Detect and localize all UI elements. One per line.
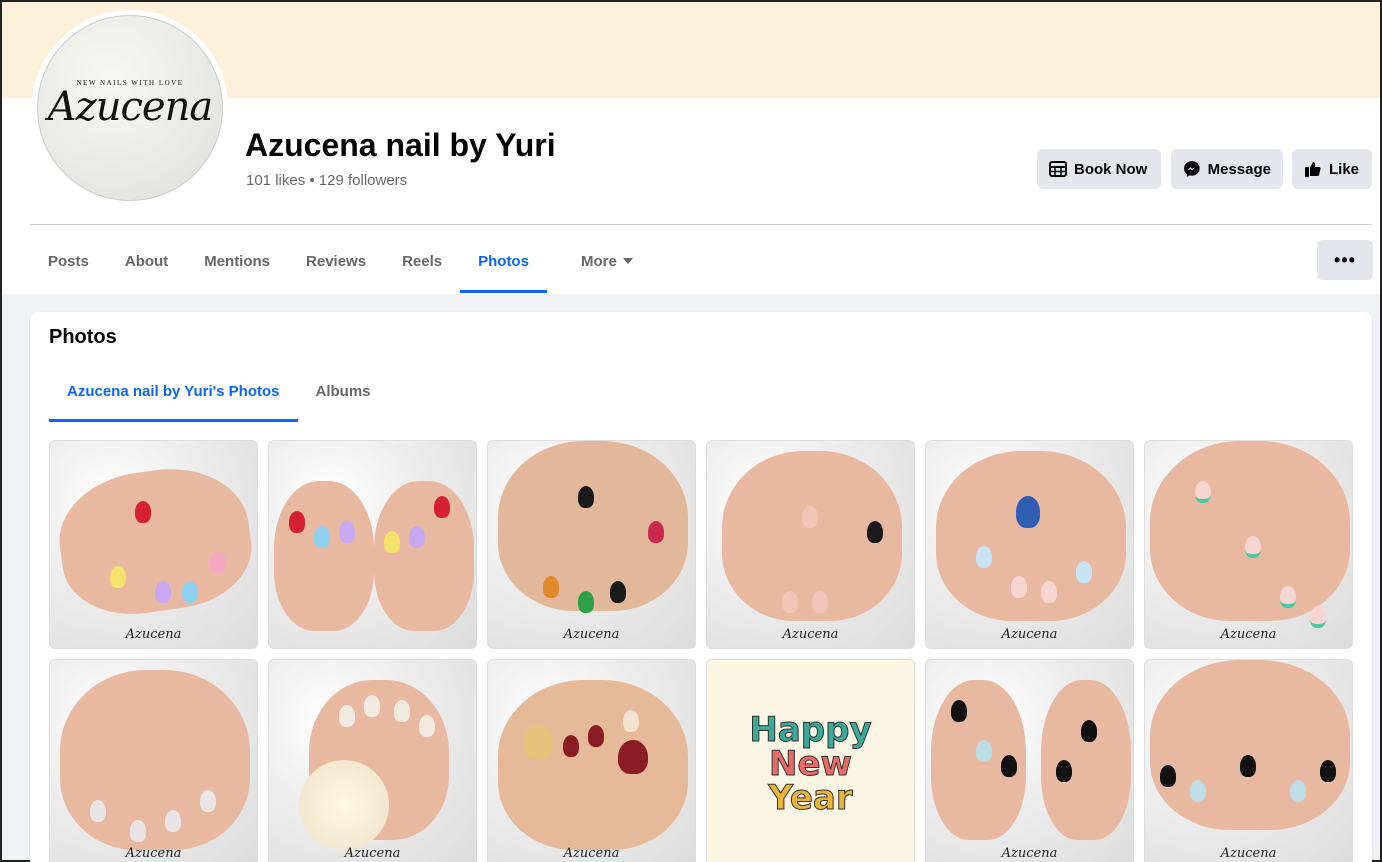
tab-mentions[interactable]: Mentions (186, 230, 288, 292)
photo-thumbnail[interactable]: Azucena (925, 659, 1134, 862)
caret-down-icon (622, 258, 633, 264)
page-stats[interactable]: 101 likes • 129 followers (246, 172, 407, 189)
tab-more-label: More (580, 252, 617, 270)
photo-thumbnail[interactable]: Azucena (1144, 659, 1353, 862)
photo-thumbnail[interactable]: Azucena (487, 659, 696, 862)
photo-thumbnail[interactable]: Azucena (1144, 440, 1353, 649)
profile-picture[interactable]: NEW NAILS WITH LOVE Azucena (32, 10, 228, 206)
page-title[interactable]: Azucena nail by Yuri (245, 127, 556, 164)
tab-reels[interactable]: Reels (384, 230, 460, 292)
page-tabs: Posts About Mentions Reviews Reels Photo… (30, 230, 651, 293)
tab-page-photos[interactable]: Azucena nail by Yuri's Photos (49, 360, 298, 422)
photo-watermark: Azucena (344, 846, 401, 861)
new-year-word-2: New (769, 743, 853, 784)
tab-more[interactable]: More (563, 230, 651, 292)
photos-subtabs: Azucena nail by Yuri's Photos Albums (49, 360, 389, 422)
photos-card: Photos Azucena nail by Yuri's Photos Alb… (30, 312, 1372, 862)
messenger-icon (1183, 161, 1200, 177)
page-header: NEW NAILS WITH LOVE Azucena Azucena nail… (2, 2, 1380, 294)
message-button[interactable]: Message (1171, 149, 1283, 189)
tab-about[interactable]: About (107, 230, 186, 292)
calendar-icon (1049, 161, 1067, 177)
photo-watermark: Azucena (563, 846, 620, 861)
photo-thumbnail[interactable]: Azucena (49, 659, 258, 862)
photo-watermark: Azucena (125, 846, 182, 861)
photo-thumbnail[interactable] (268, 440, 477, 649)
photo-grid: Azucena Azucena Azucena Azucena Azucena … (49, 440, 1353, 862)
message-label: Message (1207, 160, 1271, 178)
avatar-brand: Azucena (47, 84, 213, 130)
header-divider (30, 224, 1372, 225)
photo-watermark: Azucena (125, 627, 182, 642)
book-now-label: Book Now (1074, 160, 1148, 178)
photo-watermark: Azucena (1001, 846, 1058, 861)
book-now-button[interactable]: Book Now (1037, 149, 1161, 189)
photo-watermark: Azucena (563, 627, 620, 642)
photo-thumbnail[interactable]: Happy New Year (706, 659, 915, 862)
photo-watermark: Azucena (782, 627, 839, 642)
tab-posts[interactable]: Posts (30, 230, 107, 292)
photo-thumbnail[interactable]: Azucena (706, 440, 915, 649)
photo-thumbnail[interactable]: Azucena (487, 440, 696, 649)
tab-reviews[interactable]: Reviews (288, 230, 384, 292)
photo-thumbnail[interactable]: Azucena (49, 440, 258, 649)
new-year-word-3: Year (768, 777, 853, 818)
new-year-word-1: Happy (749, 709, 872, 750)
photo-thumbnail[interactable]: Azucena (925, 440, 1134, 649)
photo-watermark: Azucena (1001, 627, 1058, 642)
avatar-logo: NEW NAILS WITH LOVE Azucena (37, 15, 223, 201)
like-button[interactable]: Like (1292, 149, 1372, 189)
photo-watermark: Azucena (1220, 627, 1277, 642)
tab-photos[interactable]: Photos (460, 230, 547, 293)
photo-thumbnail[interactable]: Azucena (268, 659, 477, 862)
more-options-button[interactable]: ••• (1317, 240, 1373, 280)
photos-title: Photos (49, 326, 117, 348)
like-label: Like (1329, 160, 1360, 178)
photo-watermark: Azucena (1220, 846, 1277, 861)
tab-albums[interactable]: Albums (298, 360, 389, 422)
thumbs-up-icon (1305, 162, 1321, 177)
